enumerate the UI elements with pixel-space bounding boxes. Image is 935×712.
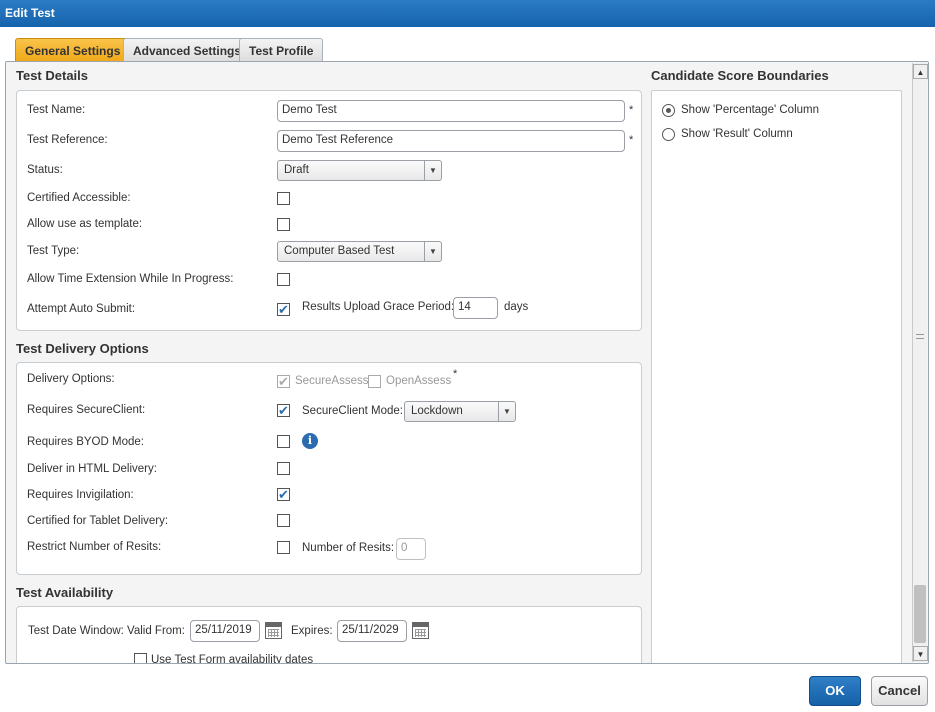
secureassess-label: SecureAssess bbox=[295, 375, 369, 387]
secureclient-mode-value: Lockdown bbox=[411, 405, 463, 417]
invigilation-checkbox[interactable]: ✔ bbox=[277, 488, 290, 501]
grip-icon bbox=[916, 334, 924, 339]
required-marker: * bbox=[453, 368, 458, 380]
requires-secureclient-label: Requires SecureClient: bbox=[27, 404, 146, 416]
requires-secureclient-checkbox[interactable]: ✔ bbox=[277, 404, 290, 417]
requires-byod-checkbox[interactable] bbox=[277, 435, 290, 448]
use-form-dates-label: Use Test Form availability dates bbox=[151, 654, 314, 664]
secureassess-checkbox[interactable]: ✔ bbox=[277, 375, 290, 388]
calendar-icon[interactable] bbox=[412, 622, 429, 639]
expires-label: Expires: bbox=[291, 625, 333, 637]
certified-accessible-checkbox[interactable] bbox=[277, 192, 290, 205]
test-reference-input[interactable]: Demo Test Reference bbox=[277, 130, 625, 152]
show-result-radio[interactable] bbox=[662, 128, 675, 141]
allow-time-extension-checkbox[interactable] bbox=[277, 273, 290, 286]
date-window-label: Test Date Window: bbox=[28, 625, 124, 637]
ok-button[interactable]: OK bbox=[809, 676, 861, 706]
secureclient-mode-select[interactable]: Lockdown ▼ bbox=[404, 401, 516, 422]
allow-template-checkbox[interactable] bbox=[277, 218, 290, 231]
restrict-resits-label: Restrict Number of Resits: bbox=[27, 541, 162, 553]
chevron-down-icon: ▼ bbox=[424, 161, 441, 180]
expires-input[interactable]: 25/11/2029 bbox=[337, 620, 407, 642]
calendar-icon[interactable] bbox=[265, 622, 282, 639]
test-type-label: Test Type: bbox=[27, 245, 80, 257]
score-boundaries-title: Candidate Score Boundaries bbox=[651, 68, 829, 83]
delivery-options-box: Delivery Options: ✔ SecureAssess OpenAss… bbox=[16, 362, 642, 575]
settings-panel: Test Details Test Name: Demo Test * Test… bbox=[5, 61, 929, 664]
test-type-value: Computer Based Test bbox=[284, 245, 395, 257]
test-reference-label: Test Reference: bbox=[27, 134, 108, 146]
status-value: Draft bbox=[284, 164, 309, 176]
secureclient-mode-label: SecureClient Mode: bbox=[302, 405, 403, 417]
attempt-auto-submit-label: Attempt Auto Submit: bbox=[27, 303, 136, 315]
required-marker: * bbox=[629, 134, 634, 146]
openassess-checkbox[interactable] bbox=[368, 375, 381, 388]
tab-advanced-settings[interactable]: Advanced Settings bbox=[123, 38, 252, 62]
availability-title: Test Availability bbox=[16, 585, 114, 600]
required-marker: * bbox=[629, 104, 634, 116]
dialog-title: Edit Test bbox=[0, 0, 935, 27]
valid-from-label: Valid From: bbox=[127, 625, 185, 637]
tablet-delivery-checkbox[interactable] bbox=[277, 514, 290, 527]
number-resits-input[interactable]: 0 bbox=[396, 538, 426, 560]
test-type-select[interactable]: Computer Based Test ▼ bbox=[277, 241, 442, 262]
valid-from-input[interactable]: 25/11/2019 bbox=[190, 620, 260, 642]
attempt-auto-submit-checkbox[interactable]: ✔ bbox=[277, 303, 290, 316]
grace-period-input[interactable]: 14 bbox=[453, 297, 498, 319]
certified-accessible-label: Certified Accessible: bbox=[27, 192, 131, 204]
status-label: Status: bbox=[27, 164, 63, 176]
show-result-label: Show 'Result' Column bbox=[681, 128, 793, 140]
tab-test-profile[interactable]: Test Profile bbox=[239, 38, 324, 62]
info-icon[interactable]: i bbox=[302, 433, 318, 449]
number-resits-label: Number of Resits: bbox=[302, 542, 395, 554]
test-details-box: Test Name: Demo Test * Test Reference: D… bbox=[16, 90, 642, 331]
cancel-button[interactable]: Cancel bbox=[871, 676, 928, 706]
test-name-label: Test Name: bbox=[27, 104, 86, 116]
invigilation-label: Requires Invigilation: bbox=[27, 489, 134, 501]
scroll-up-icon[interactable]: ▲ bbox=[913, 64, 928, 79]
delivery-options-title: Test Delivery Options bbox=[16, 341, 149, 356]
use-form-dates-checkbox[interactable] bbox=[134, 653, 147, 663]
scrollbar-thumb[interactable] bbox=[914, 585, 926, 643]
status-select[interactable]: Draft ▼ bbox=[277, 160, 442, 181]
openassess-label: OpenAssess bbox=[386, 375, 452, 387]
tab-general-settings[interactable]: General Settings bbox=[15, 38, 131, 62]
html-delivery-checkbox[interactable] bbox=[277, 462, 290, 475]
restrict-resits-checkbox[interactable] bbox=[277, 541, 290, 554]
show-percentage-label: Show 'Percentage' Column bbox=[681, 104, 819, 116]
chevron-down-icon: ▼ bbox=[498, 402, 515, 421]
scroll-down-icon[interactable]: ▼ bbox=[913, 646, 928, 661]
html-delivery-label: Deliver in HTML Delivery: bbox=[27, 463, 157, 475]
allow-time-extension-label: Allow Time Extension While In Progress: bbox=[27, 273, 234, 285]
allow-template-label: Allow use as template: bbox=[27, 218, 143, 230]
chevron-down-icon: ▼ bbox=[424, 242, 441, 261]
requires-byod-label: Requires BYOD Mode: bbox=[27, 436, 144, 448]
test-details-title: Test Details bbox=[16, 68, 89, 83]
show-percentage-radio[interactable] bbox=[662, 104, 675, 117]
delivery-options-label: Delivery Options: bbox=[27, 373, 115, 385]
score-boundaries-box: Show 'Percentage' Column Show 'Result' C… bbox=[651, 90, 902, 663]
test-name-input[interactable]: Demo Test bbox=[277, 100, 625, 122]
grace-period-label: Results Upload Grace Period: bbox=[302, 301, 455, 313]
grace-period-unit: days bbox=[504, 301, 529, 313]
availability-box: Test Date Window: Valid From: 25/11/2019… bbox=[16, 606, 642, 664]
vertical-scrollbar[interactable]: ▲ ▼ bbox=[912, 63, 928, 662]
tablet-delivery-label: Certified for Tablet Delivery: bbox=[27, 515, 169, 527]
